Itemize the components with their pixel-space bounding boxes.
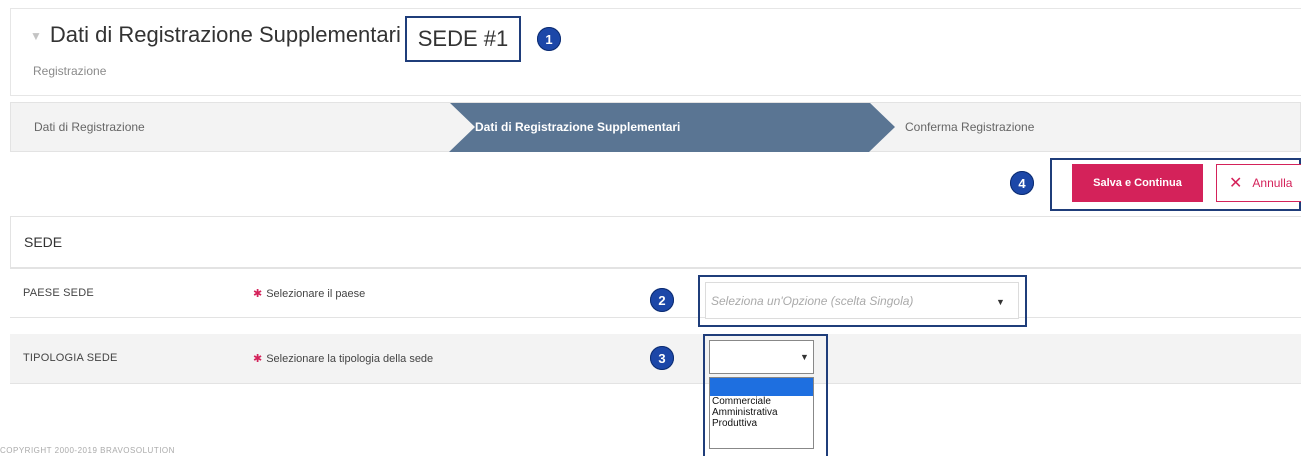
requirement-tipologia: ✱ Selezionare la tipologia della sede (253, 352, 433, 365)
title-row: ▼ Dati di Registrazione Supplementari (30, 22, 401, 48)
field-label-tipologia: TIPOLOGIA SEDE (23, 352, 118, 364)
requirement-paese: ✱ Selezionare il paese (253, 287, 365, 300)
collapse-triangle-icon[interactable]: ▼ (30, 29, 42, 43)
chevron-down-icon: ▼ (800, 352, 809, 362)
section-title: SEDE (10, 216, 1301, 268)
requirement-text: Selezionare la tipologia della sede (266, 353, 434, 365)
dropdown-option-produttiva[interactable]: Produttiva (710, 418, 813, 429)
required-asterisk-icon: ✱ (253, 288, 263, 300)
field-label-paese: PAESE SEDE (23, 287, 94, 299)
annotation-badge-4: 4 (1010, 171, 1034, 195)
cancel-label: Annulla (1252, 176, 1293, 190)
requirement-text: Selezionare il paese (266, 288, 366, 300)
close-icon: ✕ (1229, 175, 1243, 192)
footer-copyright: COPYRIGHT 2000-2019 BRAVOSOLUTION (0, 446, 175, 455)
page-title: Dati di Registrazione Supplementari (49, 22, 401, 47)
wizard-progress: Dati di Registrazione Dati di Registrazi… (10, 102, 1301, 152)
save-continue-button[interactable]: Salva e Continua (1072, 164, 1203, 202)
wizard-step-3[interactable]: Conferma Registrazione (905, 120, 1034, 134)
dropdown-option-amministrativa[interactable]: Amministrativa (710, 407, 813, 418)
tipologia-dropdown-list: Commerciale Amministrativa Produttiva (709, 377, 814, 449)
paese-select[interactable]: Seleziona un'Opzione (scelta Singola) ▼ (705, 282, 1019, 319)
sede-label-highlight: SEDE #1 (405, 16, 521, 62)
tipologia-select[interactable]: ▼ (709, 340, 814, 374)
annotation-badge-1: 1 (537, 27, 561, 51)
annotation-badge-2: 2 (650, 288, 674, 312)
annotation-badge-3: 3 (650, 346, 674, 370)
sede-label: SEDE #1 (417, 26, 509, 51)
dropdown-option-empty[interactable] (710, 378, 813, 396)
cancel-button[interactable]: ✕ Annulla (1216, 164, 1301, 202)
paese-placeholder: Seleziona un'Opzione (scelta Singola) (711, 293, 914, 308)
wizard-step-2[interactable]: Dati di Registrazione Supplementari (475, 120, 680, 134)
breadcrumb[interactable]: Registrazione (33, 64, 106, 78)
chevron-down-icon: ▼ (996, 297, 1005, 307)
wizard-step-1[interactable]: Dati di Registrazione (34, 120, 145, 134)
required-asterisk-icon: ✱ (253, 353, 263, 365)
dropdown-option-commerciale[interactable]: Commerciale (710, 396, 813, 407)
